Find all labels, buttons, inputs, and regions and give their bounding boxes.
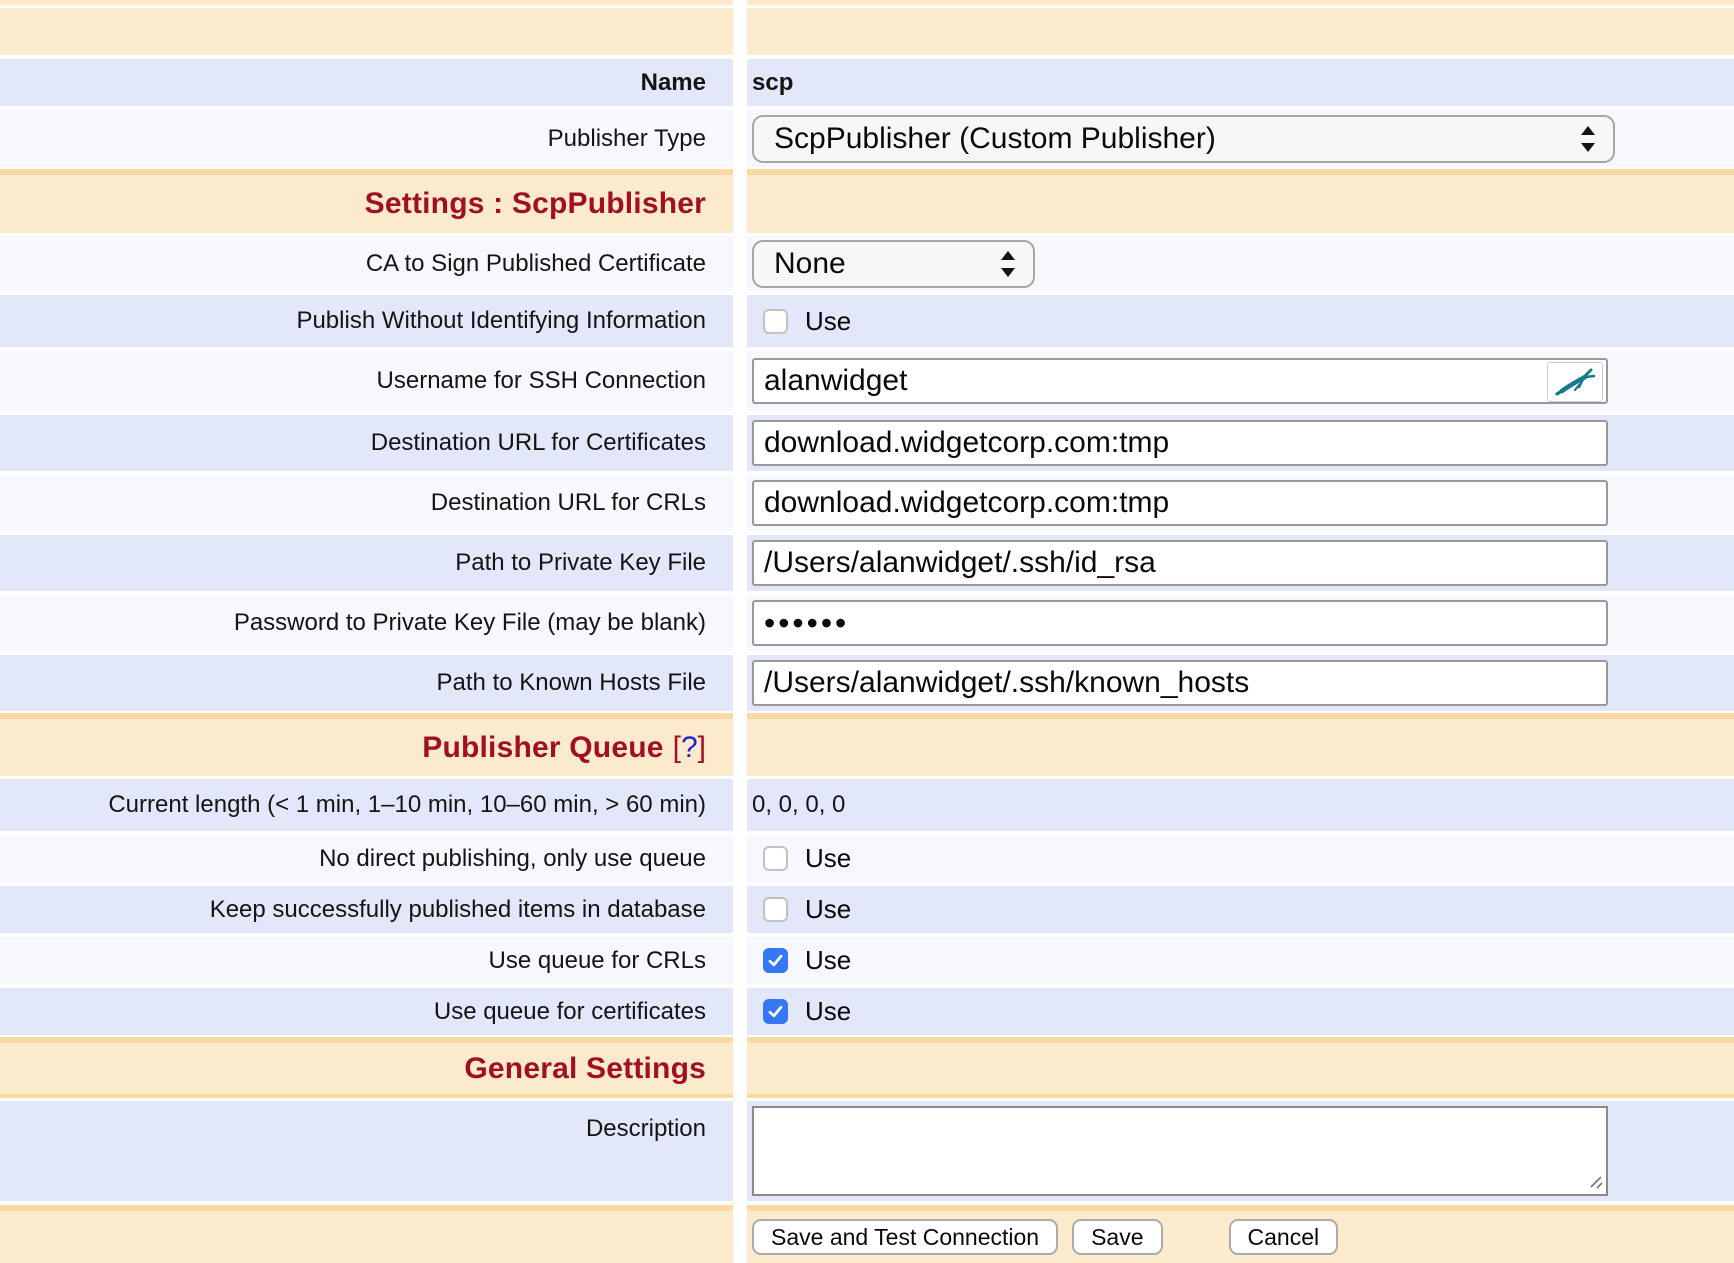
use-label: Use bbox=[805, 306, 851, 337]
checkmark-icon bbox=[766, 1002, 785, 1021]
save-and-test-button[interactable]: Save and Test Connection bbox=[752, 1219, 1058, 1255]
row-keep-published: Keep successfully published items in dat… bbox=[0, 886, 1734, 933]
row-description: Description bbox=[0, 1101, 1734, 1201]
queue-certs-label: Use queue for certificates bbox=[434, 998, 706, 1026]
queue-crls-checkbox[interactable] bbox=[763, 948, 788, 973]
footer-actions: Save and Test Connection Save Cancel bbox=[0, 1205, 1734, 1263]
ca-sign-select[interactable]: None bbox=[752, 240, 1035, 288]
password-manager-autofill-button[interactable] bbox=[1547, 362, 1603, 402]
save-button[interactable]: Save bbox=[1072, 1219, 1162, 1255]
top-band-sliver bbox=[0, 0, 1734, 5]
dest-crls-label: Destination URL for CRLs bbox=[431, 489, 706, 517]
checkmark-icon bbox=[766, 951, 785, 970]
publish-anon-checkbox[interactable] bbox=[763, 309, 788, 334]
ssh-username-input[interactable] bbox=[752, 358, 1608, 404]
textarea-resize-handle[interactable] bbox=[1588, 1174, 1604, 1190]
select-stepper-icon bbox=[1579, 124, 1597, 154]
name-label: Name bbox=[641, 69, 706, 97]
section-publisher-queue: Publisher Queue [?] bbox=[0, 713, 1734, 776]
top-band bbox=[0, 8, 1734, 55]
keep-published-label: Keep successfully published items in dat… bbox=[210, 896, 706, 924]
publisher-queue-help-link[interactable]: ? bbox=[681, 731, 698, 765]
queue-certs-checkbox[interactable] bbox=[763, 999, 788, 1024]
publisher-type-label: Publisher Type bbox=[548, 125, 706, 153]
row-dest-certs: Destination URL for Certificates bbox=[0, 415, 1734, 471]
cancel-button[interactable]: Cancel bbox=[1229, 1219, 1339, 1255]
private-key-path-input[interactable] bbox=[752, 540, 1608, 586]
name-value: scp bbox=[752, 69, 793, 97]
publisher-edit-form: Name scp Publisher Type ScpPublisher (Cu… bbox=[0, 0, 1734, 1263]
impala-icon bbox=[1553, 366, 1597, 398]
ca-sign-label: CA to Sign Published Certificate bbox=[366, 250, 706, 278]
known-hosts-path-input[interactable] bbox=[752, 660, 1608, 706]
use-label: Use bbox=[805, 996, 851, 1027]
private-key-password-input[interactable] bbox=[752, 600, 1608, 646]
queue-only-checkbox[interactable] bbox=[763, 846, 788, 871]
row-dest-crls: Destination URL for CRLs bbox=[0, 475, 1734, 531]
publisher-type-select[interactable]: ScpPublisher (Custom Publisher) bbox=[752, 115, 1615, 163]
queue-crls-label: Use queue for CRLs bbox=[489, 947, 706, 975]
description-label: Description bbox=[586, 1115, 706, 1143]
publish-anon-label: Publish Without Identifying Information bbox=[296, 307, 706, 335]
row-ca-sign: CA to Sign Published Certificate None bbox=[0, 236, 1734, 291]
queue-only-label: No direct publishing, only use queue bbox=[319, 845, 706, 873]
private-key-path-label: Path to Private Key File bbox=[455, 549, 706, 577]
section-settings: Settings : ScpPublisher bbox=[0, 169, 1734, 233]
known-hosts-path-label: Path to Known Hosts File bbox=[437, 669, 706, 697]
row-ssh-username: Username for SSH Connection bbox=[0, 351, 1734, 411]
help-bracket-close: ] bbox=[698, 731, 706, 765]
row-publish-anon: Publish Without Identifying Information … bbox=[0, 295, 1734, 347]
select-stepper-icon bbox=[999, 249, 1017, 279]
row-known-hosts-path: Path to Known Hosts File bbox=[0, 655, 1734, 711]
row-queue-length: Current length (< 1 min, 1–10 min, 10–60… bbox=[0, 779, 1734, 831]
settings-section-title: Settings : ScpPublisher bbox=[365, 187, 706, 221]
section-general-settings: General Settings bbox=[0, 1037, 1734, 1098]
private-key-password-label: Password to Private Key File (may be bla… bbox=[234, 609, 706, 637]
ssh-username-label: Username for SSH Connection bbox=[377, 367, 706, 395]
use-label: Use bbox=[805, 945, 851, 976]
description-textarea[interactable] bbox=[752, 1106, 1608, 1196]
dest-crls-input[interactable] bbox=[752, 480, 1608, 526]
dest-certs-input[interactable] bbox=[752, 420, 1608, 466]
help-bracket-open: [ bbox=[673, 731, 681, 765]
row-queue-crls: Use queue for CRLs Use bbox=[0, 937, 1734, 984]
keep-published-checkbox[interactable] bbox=[763, 897, 788, 922]
row-private-key-path: Path to Private Key File bbox=[0, 535, 1734, 591]
queue-length-label: Current length (< 1 min, 1–10 min, 10–60… bbox=[108, 791, 706, 819]
use-label: Use bbox=[805, 894, 851, 925]
row-publisher-type: Publisher Type ScpPublisher (Custom Publ… bbox=[0, 110, 1734, 167]
row-private-key-password: Password to Private Key File (may be bla… bbox=[0, 595, 1734, 651]
general-settings-section-title: General Settings bbox=[464, 1052, 706, 1086]
publisher-queue-section-title: Publisher Queue bbox=[422, 731, 663, 765]
row-queue-certs: Use queue for certificates Use bbox=[0, 988, 1734, 1035]
queue-length-value: 0, 0, 0, 0 bbox=[752, 791, 845, 819]
row-name: Name scp bbox=[0, 59, 1734, 106]
use-label: Use bbox=[805, 843, 851, 874]
dest-certs-label: Destination URL for Certificates bbox=[371, 429, 706, 457]
row-queue-only: No direct publishing, only use queue Use bbox=[0, 835, 1734, 882]
